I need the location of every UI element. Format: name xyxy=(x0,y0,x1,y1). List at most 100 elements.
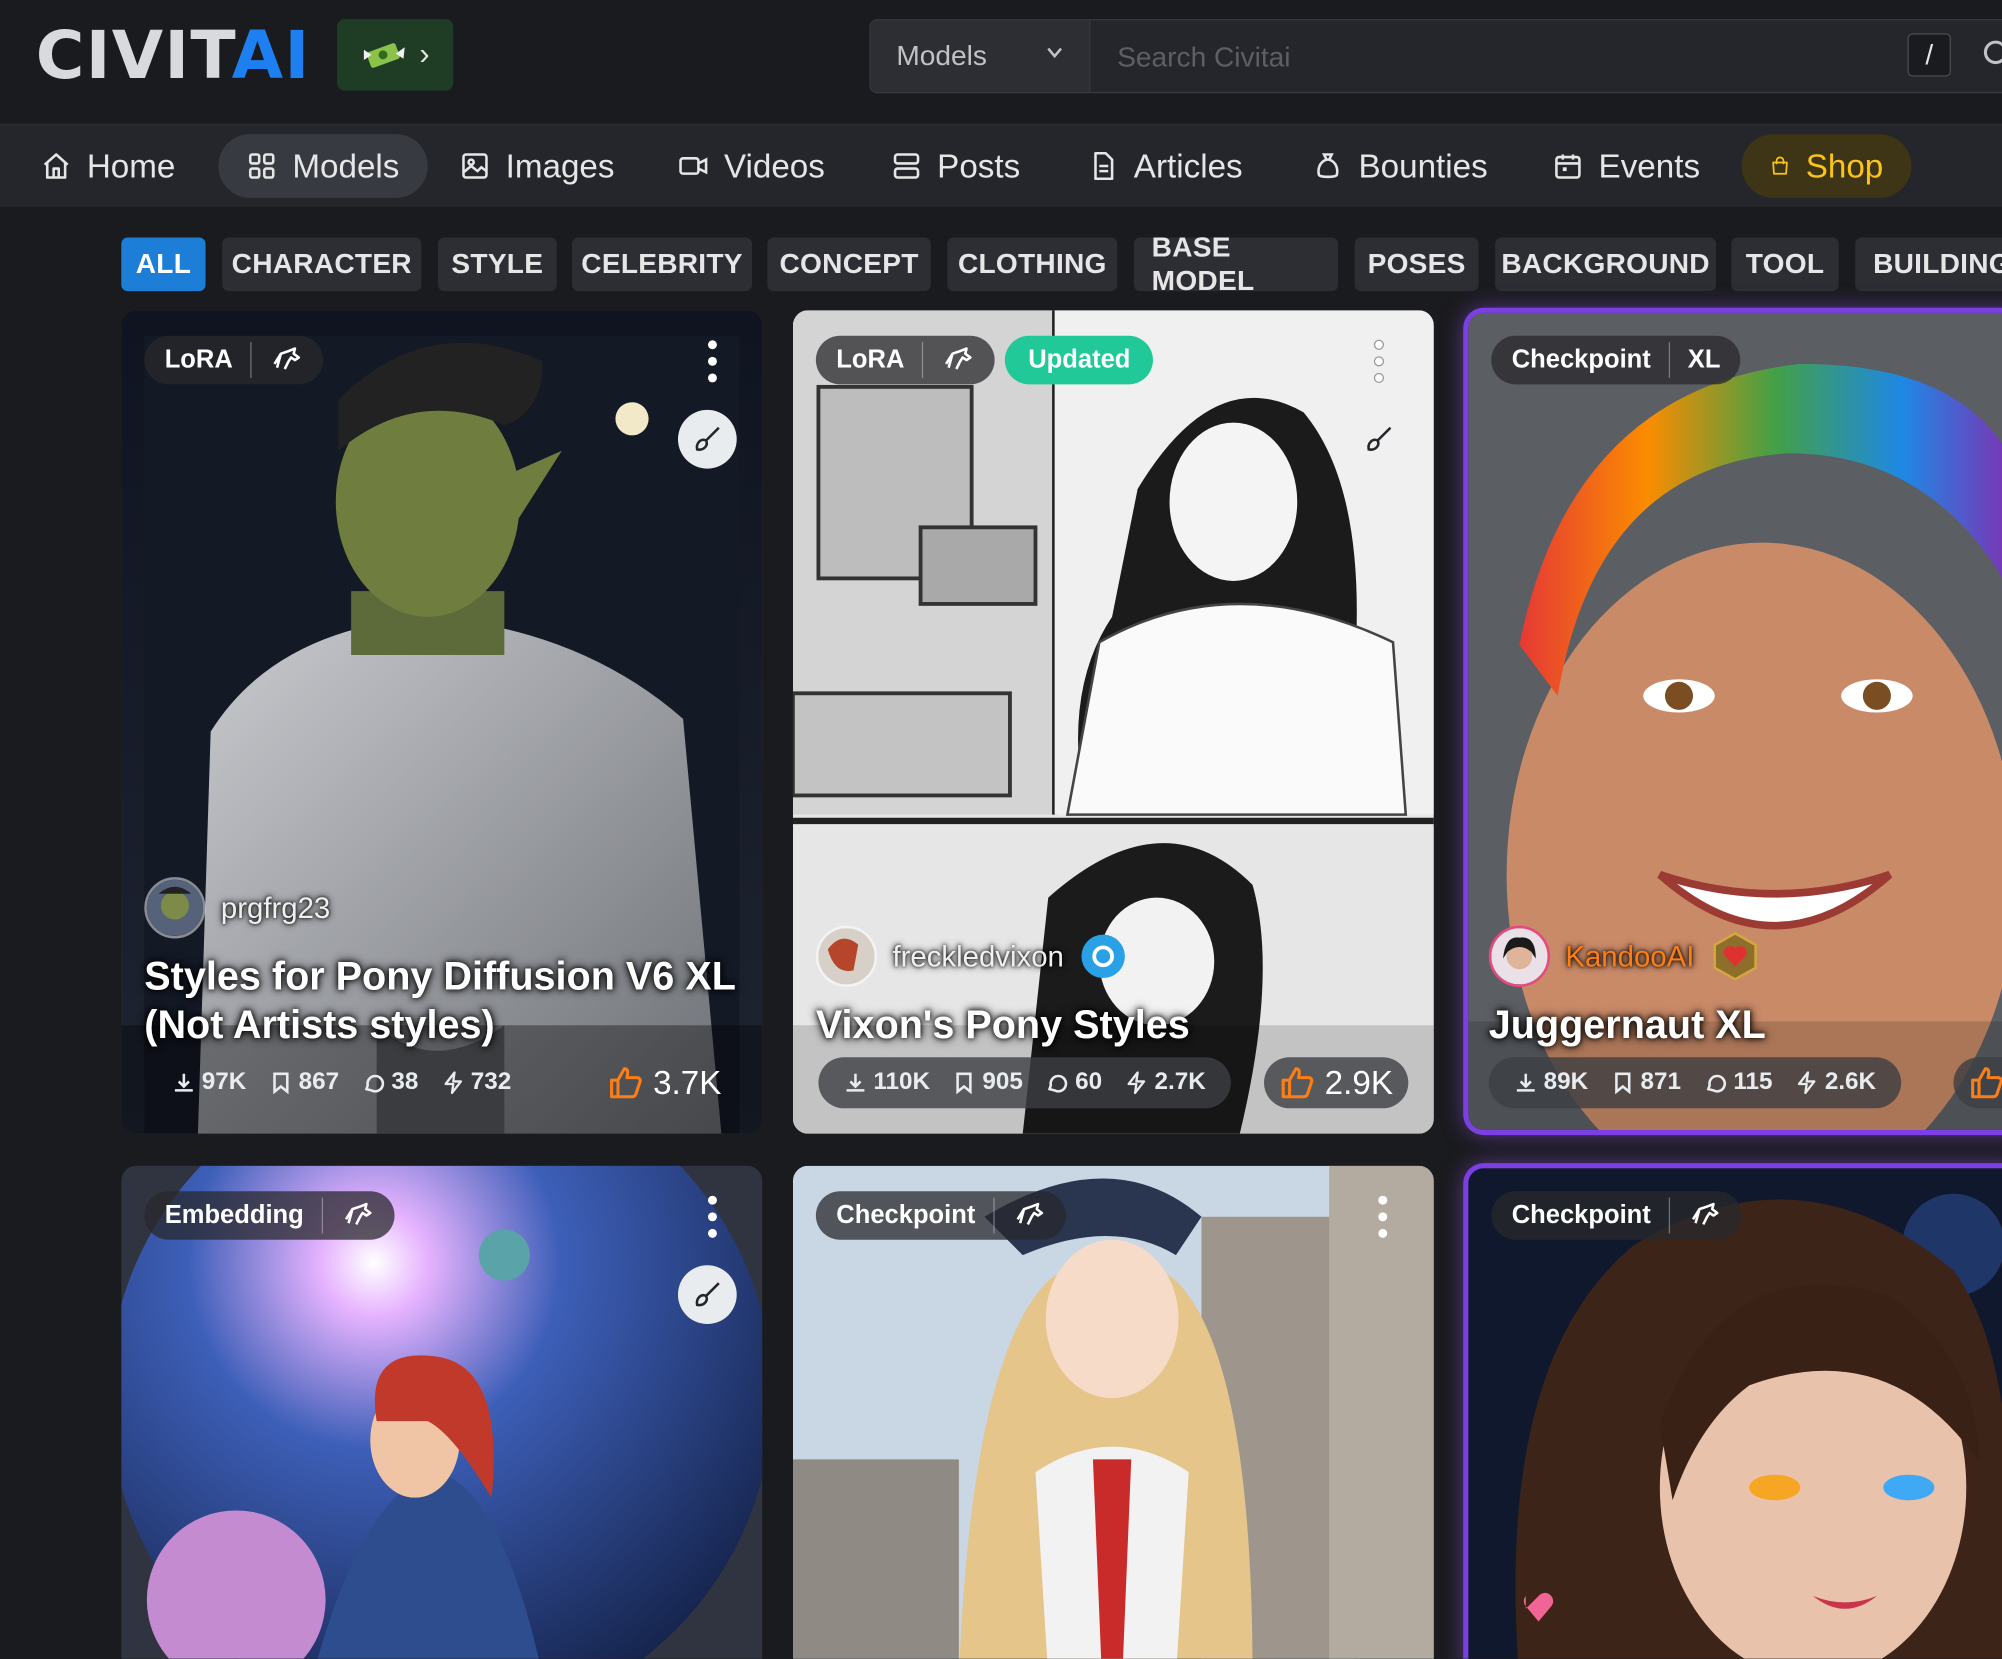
brush-icon xyxy=(695,426,720,451)
model-type-badge: LoRA xyxy=(144,335,324,385)
more-options-icon[interactable] xyxy=(706,338,719,384)
model-title[interactable]: Juggernaut XL xyxy=(1489,1001,2002,1050)
model-title-line: Juggernaut XL xyxy=(1488,1002,1766,1047)
nav-shop[interactable]: Shop xyxy=(1741,134,1912,198)
shopping-bag-icon xyxy=(1772,156,1788,175)
creator-info[interactable]: prgfrg23 xyxy=(144,877,330,939)
model-type-badge: Embedding xyxy=(144,1191,395,1240)
bolt-icon xyxy=(444,1071,462,1095)
search-icon[interactable] xyxy=(1982,38,2002,71)
thumbs-up-icon xyxy=(1971,1067,2002,1099)
create-button[interactable] xyxy=(677,1265,737,1325)
chevron-down-icon xyxy=(1047,47,1063,59)
nav-shop-label: Shop xyxy=(1805,146,1884,185)
creator-name[interactable]: KandooAI xyxy=(1565,939,1694,973)
nav-videos-label: Videos xyxy=(723,146,825,185)
model-title[interactable]: Vixon's Pony Styles xyxy=(816,1001,1411,1050)
category-tool[interactable]: TOOL xyxy=(1731,237,1839,292)
buzz-stat: 732 xyxy=(441,1069,511,1097)
bookmark-icon xyxy=(956,1072,973,1095)
comment-icon xyxy=(364,1074,384,1093)
model-type-label: Checkpoint xyxy=(1511,1200,1651,1229)
model-card[interactable]: Checkpoint XL KandooAI Juggernaut XL 89K… xyxy=(1468,312,2002,1130)
likes-count[interactable]: 2 xyxy=(1953,1057,2002,1109)
model-type-label: Checkpoint xyxy=(1511,345,1651,374)
category-concept[interactable]: CONCEPT xyxy=(767,237,931,292)
model-card[interactable]: LoRA prgfrg23 Styles for Pony Diffusion … xyxy=(121,310,763,1134)
nav-videos[interactable]: Videos xyxy=(650,134,853,198)
model-type-badge: Checkpoint xyxy=(815,1191,1067,1240)
creator-avatar[interactable] xyxy=(144,877,206,939)
model-title-line: (Not Artists styles) xyxy=(144,1002,495,1047)
comment-icon xyxy=(1047,1074,1068,1093)
updated-badge: Updated xyxy=(1005,335,1154,385)
creator-avatar[interactable] xyxy=(815,925,878,987)
creator-info[interactable]: freckledvixon xyxy=(815,925,1128,987)
category-buildings[interactable]: BUILDINGS xyxy=(1855,237,2002,292)
chevron-right-icon: › xyxy=(419,37,430,72)
buzz-menu-button[interactable]: › xyxy=(337,19,454,91)
creator-name[interactable]: freckledvixon xyxy=(892,939,1063,973)
category-character[interactable]: CHARACTER xyxy=(222,237,422,292)
nav-bounties[interactable]: Bounties xyxy=(1284,134,1515,198)
heart-badge-icon xyxy=(1713,931,1757,981)
model-preview-image xyxy=(1468,1168,2002,1659)
model-stats: 97K 867 38 732 xyxy=(147,1057,537,1108)
model-card[interactable]: Checkpoint xyxy=(1468,1168,2002,1659)
nav-events[interactable]: Events xyxy=(1524,134,1728,198)
likes-count[interactable]: 3.7K xyxy=(592,1057,737,1108)
model-card[interactable]: Checkpoint xyxy=(792,1165,1434,1659)
create-button[interactable] xyxy=(677,409,737,469)
category-clothing[interactable]: CLOTHING xyxy=(947,237,1118,292)
posts-icon xyxy=(893,153,920,179)
model-card[interactable]: Embedding xyxy=(121,1165,763,1659)
downloads-stat: 89K xyxy=(1514,1069,1588,1097)
nav-bounties-label: Bounties xyxy=(1358,146,1488,185)
likes-count[interactable]: 2.9K xyxy=(1263,1057,1409,1109)
nav-home[interactable]: Home xyxy=(13,134,204,198)
search-input[interactable] xyxy=(1094,20,1886,95)
model-stats: 110K 905 60 2.7K xyxy=(818,1057,1232,1109)
nav-posts[interactable]: Posts xyxy=(863,134,1048,198)
horse-icon xyxy=(945,347,973,370)
comments-stat: 115 xyxy=(1704,1069,1772,1097)
category-poses[interactable]: POSES xyxy=(1354,237,1479,292)
saves-stat: 871 xyxy=(1611,1069,1681,1097)
category-background[interactable]: BACKGROUND xyxy=(1495,237,1717,292)
create-button[interactable] xyxy=(1350,410,1409,469)
creator-avatar[interactable] xyxy=(1488,925,1551,987)
nav-images[interactable]: Images xyxy=(432,134,643,198)
model-title-line: Styles for Pony Diffusion V6 XL xyxy=(144,953,736,999)
category-celebrity[interactable]: CELEBRITY xyxy=(572,237,753,292)
main-nav: Home Models Images Videos Posts Articles… xyxy=(0,125,2002,207)
category-base-model[interactable]: BASE MODEL xyxy=(1133,231,1339,296)
category-all[interactable]: ALL xyxy=(121,237,206,292)
likes-value: 2.9K xyxy=(1324,1062,1393,1102)
nav-images-label: Images xyxy=(505,146,615,185)
creator-name[interactable]: prgfrg23 xyxy=(221,891,330,925)
model-type-label: LoRA xyxy=(164,345,233,374)
model-type-label: Checkpoint xyxy=(836,1200,976,1229)
more-options-icon[interactable] xyxy=(1373,338,1386,384)
horse-icon xyxy=(273,347,301,370)
article-icon xyxy=(1094,151,1114,181)
comment-icon xyxy=(1706,1074,1726,1093)
nav-models[interactable]: Models xyxy=(218,134,428,198)
bookmark-icon xyxy=(273,1072,289,1095)
model-card[interactable]: LoRA Updated freckledvixon Vixon's Pony … xyxy=(792,310,1434,1134)
civitai-logo[interactable]: CIVITAI xyxy=(36,23,311,89)
creator-info[interactable]: KandooAI xyxy=(1488,925,1761,987)
more-options-icon[interactable] xyxy=(1376,1194,1389,1240)
moneybag-icon xyxy=(1317,153,1339,179)
buzz-stat: 2.7K xyxy=(1125,1069,1206,1097)
likes-value: 3.7K xyxy=(653,1062,722,1102)
search-type-select[interactable]: Models xyxy=(870,20,1091,92)
download-icon xyxy=(174,1073,193,1092)
more-options-icon[interactable] xyxy=(706,1194,719,1240)
nav-articles[interactable]: Articles xyxy=(1060,134,1271,198)
model-title[interactable]: Styles for Pony Diffusion V6 XL (Not Art… xyxy=(144,952,739,1049)
bolt-icon xyxy=(1127,1071,1146,1095)
downloads-stat: 110K xyxy=(844,1069,930,1097)
thumbs-up-icon xyxy=(1281,1067,1313,1099)
category-style[interactable]: STYLE xyxy=(437,237,557,292)
